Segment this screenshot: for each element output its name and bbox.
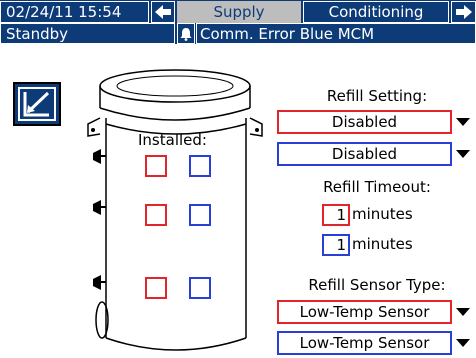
installed-blue-mid-checkbox[interactable] bbox=[189, 204, 211, 226]
installed-red-mid-checkbox[interactable] bbox=[145, 204, 167, 226]
installed-label: Installed: bbox=[138, 131, 207, 149]
refill-timeout-red-unit: minutes bbox=[352, 205, 413, 223]
error-message-text: Comm. Error Blue MCM bbox=[200, 24, 375, 43]
dropdown-arrow-icon bbox=[456, 118, 470, 126]
refill-timeout-red-input[interactable]: 1 bbox=[322, 204, 350, 226]
tab-conditioning[interactable]: Conditioning bbox=[303, 1, 449, 23]
dropdown-arrow-icon bbox=[456, 150, 470, 158]
refill-setting-red-value: Disabled bbox=[331, 113, 398, 131]
tab-conditioning-label: Conditioning bbox=[328, 3, 424, 21]
status-text: Standby bbox=[6, 24, 69, 43]
left-arrow-icon bbox=[155, 5, 171, 19]
refill-setting-blue-value: Disabled bbox=[331, 145, 398, 163]
refill-sensor-red-arrow[interactable] bbox=[452, 300, 474, 324]
refill-sensor-red-value: Low-Temp Sensor bbox=[299, 303, 430, 321]
refill-timeout-blue-value: 1 bbox=[336, 236, 346, 254]
installed-red-top-checkbox[interactable] bbox=[145, 155, 167, 177]
refill-timeout-title: Refill Timeout: bbox=[323, 178, 431, 196]
dropdown-arrow-icon bbox=[456, 308, 470, 316]
installed-blue-top-checkbox[interactable] bbox=[189, 155, 211, 177]
refill-sensor-blue-arrow[interactable] bbox=[452, 331, 474, 355]
refill-setting-blue-dropdown[interactable]: Disabled bbox=[277, 142, 452, 166]
refill-sensor-blue-value: Low-Temp Sensor bbox=[299, 334, 430, 352]
refill-timeout-red-value: 1 bbox=[336, 206, 346, 224]
refill-sensor-title: Refill Sensor Type: bbox=[308, 276, 446, 294]
right-arrow-icon bbox=[455, 5, 472, 19]
refill-setting-red-arrow[interactable] bbox=[452, 110, 474, 134]
error-message-display: Comm. Error Blue MCM bbox=[196, 23, 476, 44]
refill-setting-blue-arrow[interactable] bbox=[452, 142, 474, 166]
refill-sensor-blue-dropdown[interactable]: Low-Temp Sensor bbox=[277, 331, 452, 355]
refill-sensor-red-dropdown[interactable]: Low-Temp Sensor bbox=[277, 300, 452, 324]
next-screen-button[interactable] bbox=[451, 1, 476, 23]
dropdown-arrow-icon bbox=[456, 339, 470, 347]
refill-setting-title: Refill Setting: bbox=[326, 87, 428, 105]
edit-button[interactable] bbox=[13, 82, 61, 126]
alarm-bell-icon bbox=[180, 27, 192, 41]
refill-setting-red-dropdown[interactable]: Disabled bbox=[277, 110, 452, 134]
installed-red-low-checkbox[interactable] bbox=[145, 277, 167, 299]
prev-screen-button[interactable] bbox=[151, 1, 175, 23]
tab-supply-label: Supply bbox=[213, 3, 265, 21]
edit-icon bbox=[23, 91, 50, 117]
installed-blue-low-checkbox[interactable] bbox=[189, 277, 211, 299]
refill-timeout-blue-input[interactable]: 1 bbox=[322, 234, 350, 256]
datetime-text: 02/24/11 15:54 bbox=[6, 3, 122, 21]
refill-timeout-blue-unit: minutes bbox=[352, 235, 413, 253]
datetime-display: 02/24/11 15:54 bbox=[0, 1, 149, 23]
tab-supply[interactable]: Supply bbox=[177, 1, 301, 23]
tank-illustration bbox=[87, 69, 263, 351]
alarm-indicator bbox=[177, 23, 195, 44]
status-display: Standby bbox=[0, 23, 175, 44]
